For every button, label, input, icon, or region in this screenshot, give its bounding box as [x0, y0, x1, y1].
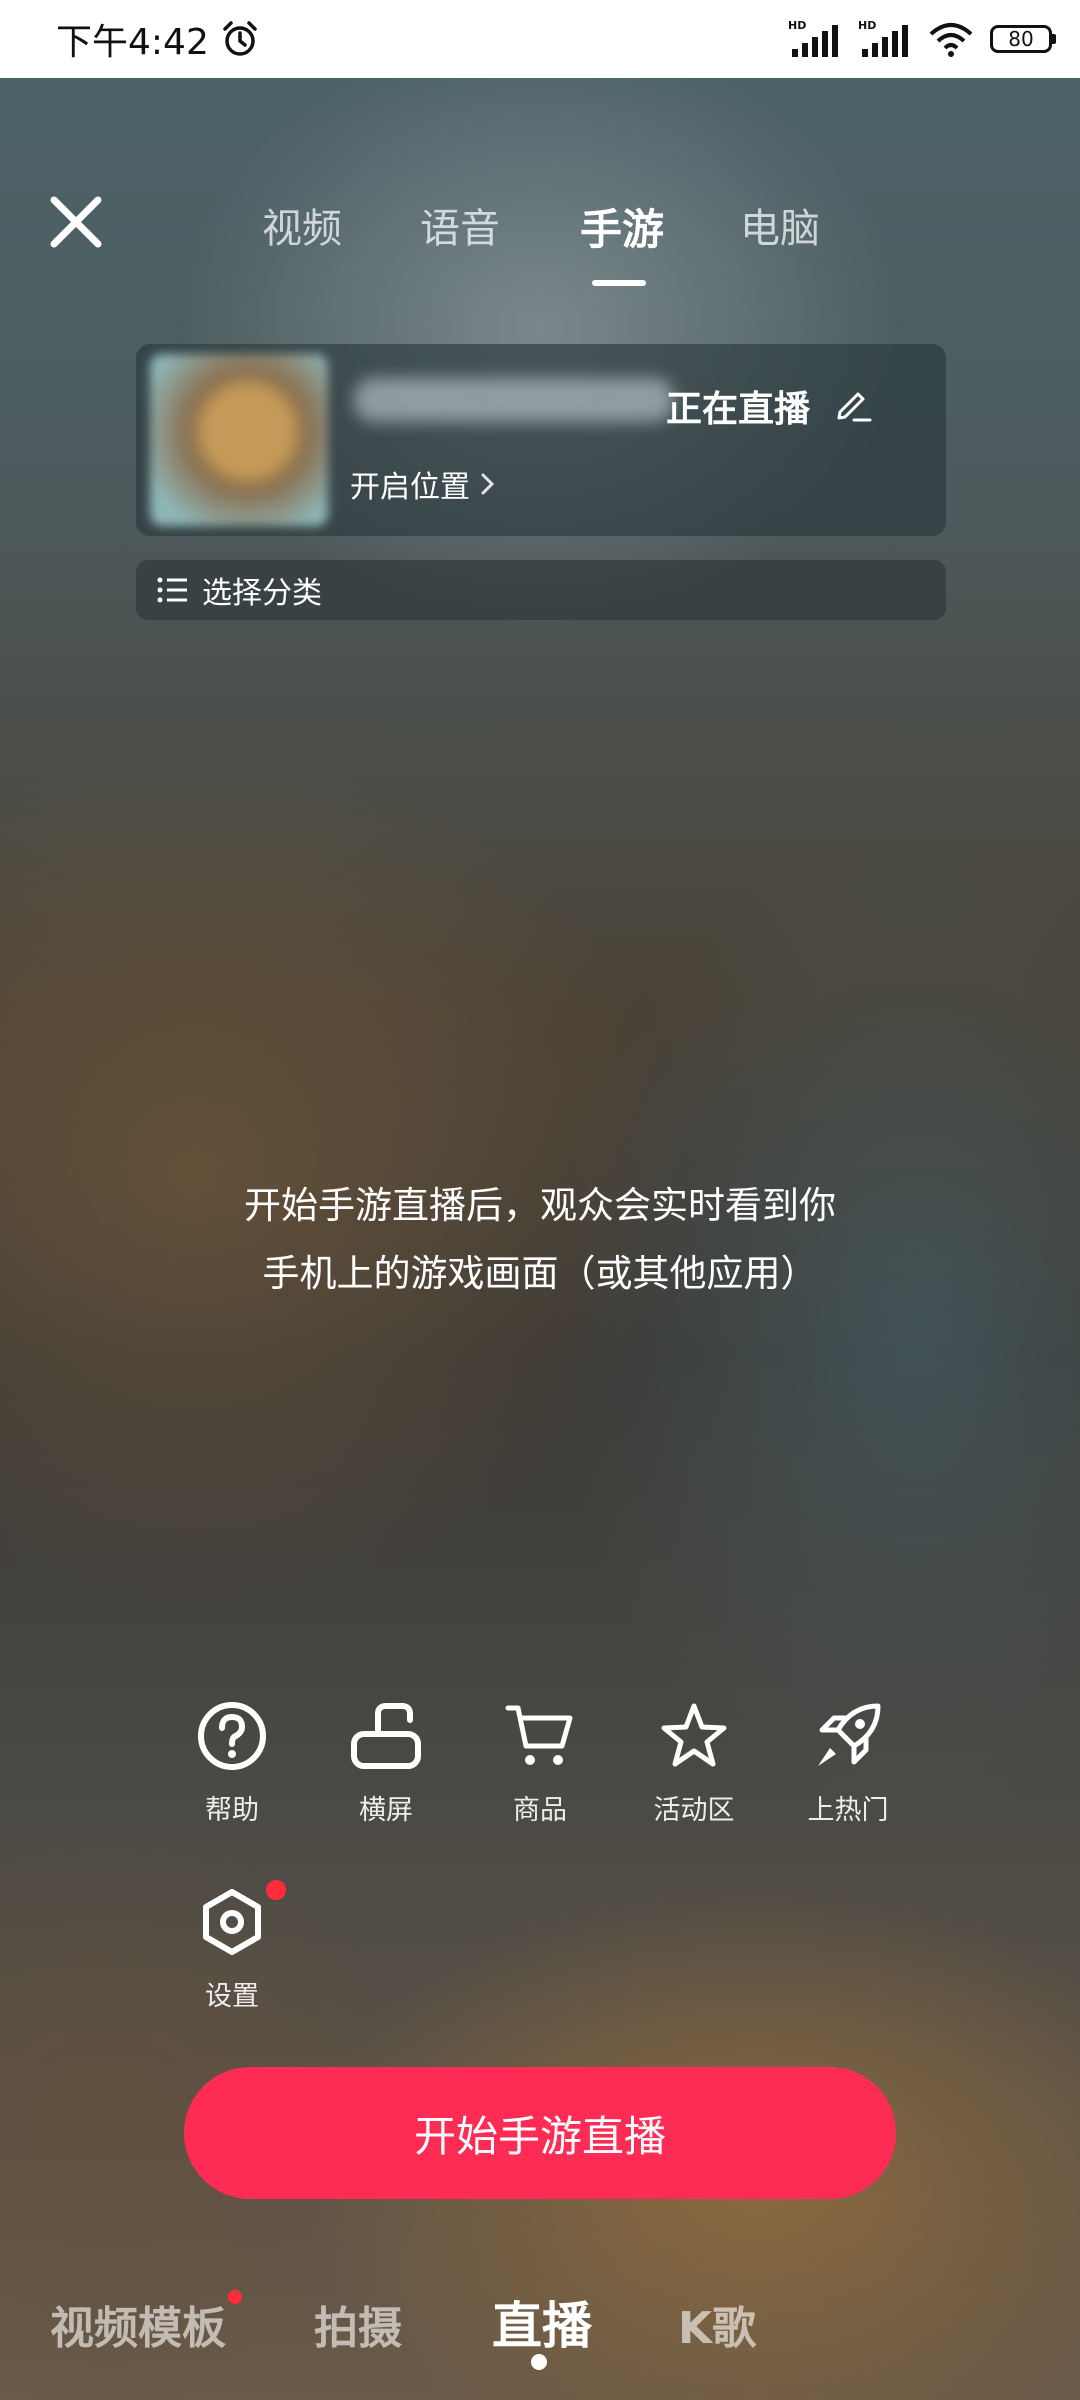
- settings-hex-icon: [203, 1889, 261, 1955]
- signal-hd-icon: HD: [788, 19, 838, 57]
- list-icon: [157, 577, 187, 603]
- start-mobile-game-live-button[interactable]: 开始手游直播: [184, 2067, 896, 2199]
- category-label: 选择分类: [202, 576, 322, 611]
- description-line-1: 开始手游直播后，观众会实时看到你: [244, 1184, 836, 1227]
- category-selector[interactable]: 选择分类: [136, 560, 946, 620]
- bottom-tab-video-template[interactable]: 视频模板: [50, 2292, 226, 2356]
- wifi-icon: [929, 23, 973, 57]
- products-label: 商品: [513, 1795, 567, 1826]
- settings-badge-dot: [266, 1880, 286, 1900]
- status-time: 下午4:42: [56, 22, 209, 63]
- description-line-2: 手机上的游戏画面（或其他应用）: [262, 1252, 818, 1295]
- help-button[interactable]: 帮助: [162, 1700, 302, 1827]
- products-button[interactable]: 商品: [470, 1700, 610, 1827]
- landscape-icon: [351, 1703, 421, 1769]
- cover-image[interactable]: [150, 354, 328, 526]
- battery-icon: 80: [990, 25, 1056, 53]
- description-text: 开始手游直播后，观众会实时看到你 手机上的游戏画面（或其他应用）: [140, 1172, 940, 1308]
- bottom-tab-live[interactable]: 直播: [492, 2286, 592, 2358]
- svg-text:HD: HD: [788, 19, 806, 32]
- tab-pc[interactable]: 电脑: [740, 196, 820, 254]
- chevron-right-icon: [481, 473, 495, 495]
- svg-text:HD: HD: [858, 19, 876, 32]
- live-title[interactable]: 正在直播: [666, 380, 810, 432]
- landscape-label: 横屏: [359, 1795, 413, 1826]
- status-bar: 下午4:42 HD HD 80: [0, 0, 1080, 78]
- edit-icon[interactable]: [832, 382, 872, 422]
- tab-mobile-game[interactable]: 手游: [580, 196, 664, 257]
- settings-label: 设置: [205, 1981, 259, 2012]
- active-tab-indicator: [592, 280, 646, 286]
- activity-button[interactable]: 活动区: [624, 1700, 764, 1827]
- tab-video[interactable]: 视频: [262, 196, 342, 254]
- landscape-button[interactable]: 横屏: [316, 1700, 456, 1827]
- help-label: 帮助: [205, 1795, 259, 1826]
- bottom-tab-active-dot: [531, 2354, 547, 2370]
- rocket-icon: [818, 1703, 881, 1766]
- streamer-name-blurred: [354, 378, 674, 422]
- bottom-tab-shoot[interactable]: 拍摄: [314, 2292, 402, 2356]
- tab-voice[interactable]: 语音: [420, 196, 500, 254]
- alarm-icon: [223, 21, 257, 56]
- promote-label: 上热门: [807, 1795, 889, 1826]
- settings-button[interactable]: 设置: [162, 1886, 302, 2013]
- live-info-card: 正在直播 开启位置: [136, 344, 946, 536]
- location-toggle[interactable]: 开启位置: [350, 462, 496, 506]
- help-circle-icon: [198, 1702, 266, 1770]
- star-icon: [661, 1703, 727, 1767]
- activity-label: 活动区: [653, 1795, 735, 1826]
- mode-tabs: 视频 语音 手游 电脑: [0, 196, 1080, 276]
- video-template-badge-dot: [228, 2290, 242, 2304]
- signal-hd-icon-2: HD: [858, 19, 908, 57]
- cart-icon: [505, 1705, 573, 1765]
- promote-button[interactable]: 上热门: [778, 1700, 918, 1827]
- battery-level: 80: [1008, 27, 1034, 51]
- bottom-tab-karaoke[interactable]: K歌: [678, 2292, 756, 2356]
- location-label: 开启位置: [350, 470, 470, 505]
